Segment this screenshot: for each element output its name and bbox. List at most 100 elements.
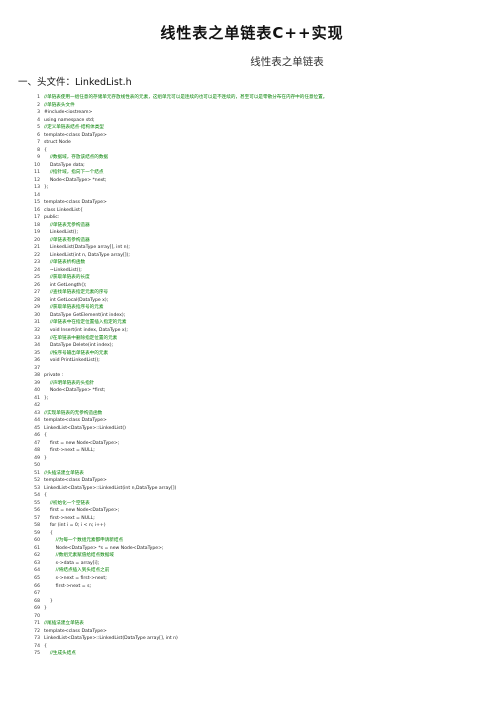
line-number: 54: [34, 493, 40, 499]
code-line: 47 first = new Node<DataType>;: [27, 440, 497, 448]
line-number: 30: [34, 312, 40, 318]
line-number: 21: [34, 245, 40, 251]
code-comment: //单链表有参构造器: [44, 237, 90, 243]
code-line: 71 //尾插法建立单链表: [27, 620, 497, 628]
line-number: 8: [37, 147, 40, 153]
line-number: 9: [37, 155, 40, 161]
code-text: template<class DataType>: [44, 200, 107, 206]
code-line: 23 //单链表析构函数: [27, 259, 497, 267]
line-number: 75: [34, 651, 40, 657]
code-line: 6 template<class DataType>: [27, 132, 497, 140]
line-number: 48: [34, 448, 40, 454]
code-line: 24 ~LinkedList();: [27, 267, 497, 275]
line-number: 73: [34, 636, 40, 642]
code-line: 75 //生成头结点: [27, 650, 497, 658]
code-text: struct Node: [44, 140, 71, 146]
code-text: LinkedList<DataType>::LinkedList(int n,D…: [44, 485, 177, 491]
line-number: 45: [34, 425, 40, 431]
line-number: 1: [37, 95, 40, 100]
code-line: 38 private :: [27, 372, 497, 380]
line-number: 63: [34, 560, 40, 566]
code-text: }: [44, 598, 53, 604]
line-number: 72: [34, 628, 40, 634]
code-text: first->next = s;: [44, 583, 92, 589]
code-comment: //单链表无参构造器: [44, 222, 90, 228]
line-number: 3: [37, 110, 40, 116]
line-number: 28: [34, 297, 40, 303]
code-text: void Insert(int index, DataType x);: [44, 327, 128, 333]
code-line: 70: [27, 613, 497, 621]
code-text: #include<iostream>: [44, 110, 93, 116]
code-text: LinkedList<DataType>::LinkedList(DataTyp…: [44, 636, 178, 642]
line-number: 40: [34, 388, 40, 394]
code-comment: //将结点插入到头结点之前: [44, 568, 110, 574]
code-text: for (int i = 0; i < n; i++): [44, 523, 106, 529]
code-line: 44 template<class DataType>: [27, 417, 497, 425]
code-line: 12 Node<DataType> *next;: [27, 177, 497, 185]
code-line: 51 //头插法建立单链表: [27, 470, 497, 478]
code-line: 63 s->data = array[i];: [27, 560, 497, 568]
line-number: 47: [34, 440, 40, 446]
code-text: Node<DataType> *next;: [44, 177, 107, 183]
line-number: 25: [34, 275, 40, 281]
line-number: 13: [34, 185, 40, 191]
code-line: 39 //声明单链表的头指针: [27, 380, 497, 388]
code-text: template<class DataType>: [44, 628, 107, 634]
line-number: 50: [34, 463, 40, 469]
line-number: 41: [34, 395, 40, 401]
code-text: Node<DataType> *s = new Node<DataType>;: [44, 545, 164, 551]
code-line: 64 //将结点插入到头结点之前: [27, 567, 497, 575]
code-listing: 1 //单链表使用一组任意的存储单元存放线性表的元素，这组单元可以是连续的也可以是…: [27, 94, 497, 658]
code-line: 43 //实现单链表的无参构造函数: [27, 410, 497, 418]
line-number: 68: [34, 598, 40, 604]
code-line: 29 //获取单链表指序号的元素: [27, 304, 497, 312]
code-text: s->data = array[i];: [44, 560, 100, 566]
code-text: int GetLocal(DataType x);: [44, 297, 109, 303]
code-comment: //指针域，指向下一个结点: [44, 170, 104, 176]
code-line: 40 Node<DataType> *first;: [27, 387, 497, 395]
code-line: 72 template<class DataType>: [27, 628, 497, 636]
code-comment: //在单链表中删除指定位置的元素: [44, 335, 118, 341]
code-line: 73 LinkedList<DataType>::LinkedList(DataT…: [27, 635, 497, 643]
code-line: 41};: [27, 395, 497, 403]
line-number: 43: [34, 410, 40, 416]
code-text: private :: [44, 373, 64, 379]
line-number: 22: [34, 252, 40, 258]
code-comment: //单链表中在指定位置插入指定的元素: [44, 320, 127, 326]
code-line: 59 {: [27, 530, 497, 538]
line-number: 62: [34, 553, 40, 559]
code-text: }: [44, 455, 47, 461]
document-subtitle: 线性表之单链表: [250, 56, 324, 68]
code-line: 50: [27, 462, 497, 470]
line-number: 60: [34, 538, 40, 544]
line-number: 56: [34, 508, 40, 514]
code-line: 30 DataType GetElement(int index);: [27, 312, 497, 320]
line-number: 26: [34, 282, 40, 288]
code-line: 11 //指针域，指向下一个结点: [27, 169, 497, 177]
code-comment: //按序号输出单链表中的元素: [44, 350, 109, 356]
code-comment: //实现单链表的无参构造函数: [44, 410, 103, 416]
line-number: 33: [34, 335, 40, 341]
code-line: 27 //查找单链表指定元素的序号: [27, 289, 497, 297]
code-text: {: [44, 147, 47, 153]
code-text: {: [44, 530, 53, 536]
line-number: 52: [34, 478, 40, 484]
line-number: 4: [37, 117, 40, 123]
code-line: 54 {: [27, 492, 497, 500]
line-number: 67: [34, 591, 40, 597]
code-text: first = new Node<DataType>;: [44, 440, 120, 446]
code-line: 33 //在单链表中删除指定位置的元素: [27, 335, 497, 343]
code-line: 52 template<class DataType>: [27, 477, 497, 485]
document-page: 线性表之单链表C++实现 线性表之单链表 一、头文件：LinkedList.h …: [0, 0, 504, 713]
code-comment: //数据域，存放该结点的数据: [44, 155, 109, 161]
code-line: 36 void PrintLinkedList();: [27, 357, 497, 365]
code-line: 42: [27, 402, 497, 410]
line-number: 17: [34, 215, 40, 221]
line-number: 11: [34, 170, 40, 176]
code-comment: //查找单链表指定元素的序号: [44, 290, 109, 296]
line-number: 44: [34, 418, 40, 424]
code-line: 9 //数据域，存放该结点的数据: [27, 154, 497, 162]
code-line: 67: [27, 590, 497, 598]
code-comment: //数组元素赋值给结点数据域: [44, 553, 114, 559]
code-line: 58 for (int i = 0; i < n; i++): [27, 522, 497, 530]
